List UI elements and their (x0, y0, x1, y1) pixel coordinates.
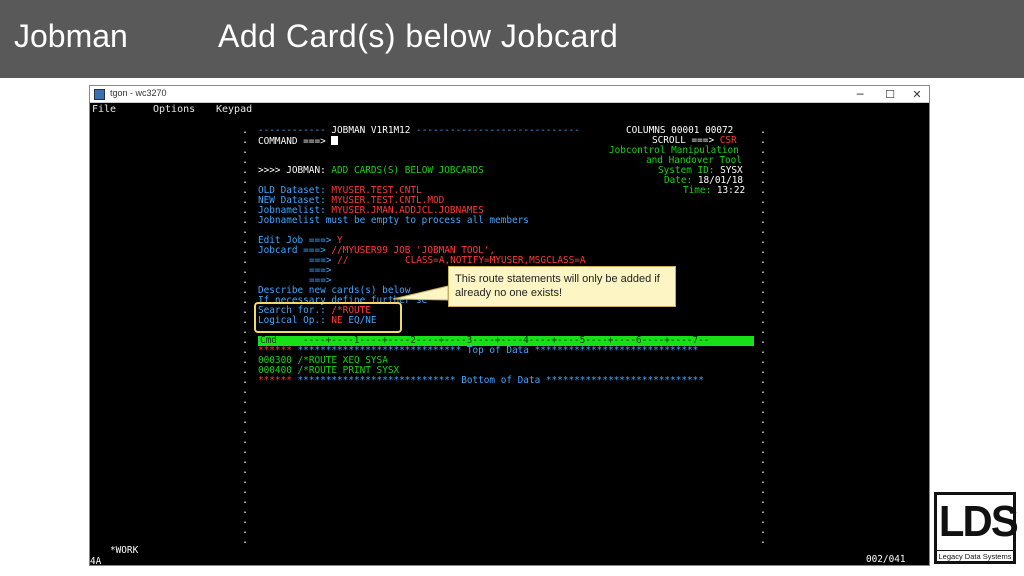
logo-mark: LDS (938, 497, 1019, 546)
lds-logo: LDS Legacy Data Systems (934, 492, 1019, 564)
logo-subtitle: Legacy Data Systems (937, 550, 1013, 561)
callout-tail (392, 285, 449, 301)
callout-text: This route statements will only be added… (455, 273, 660, 299)
callout-note: This route statements will only be added… (448, 266, 676, 307)
